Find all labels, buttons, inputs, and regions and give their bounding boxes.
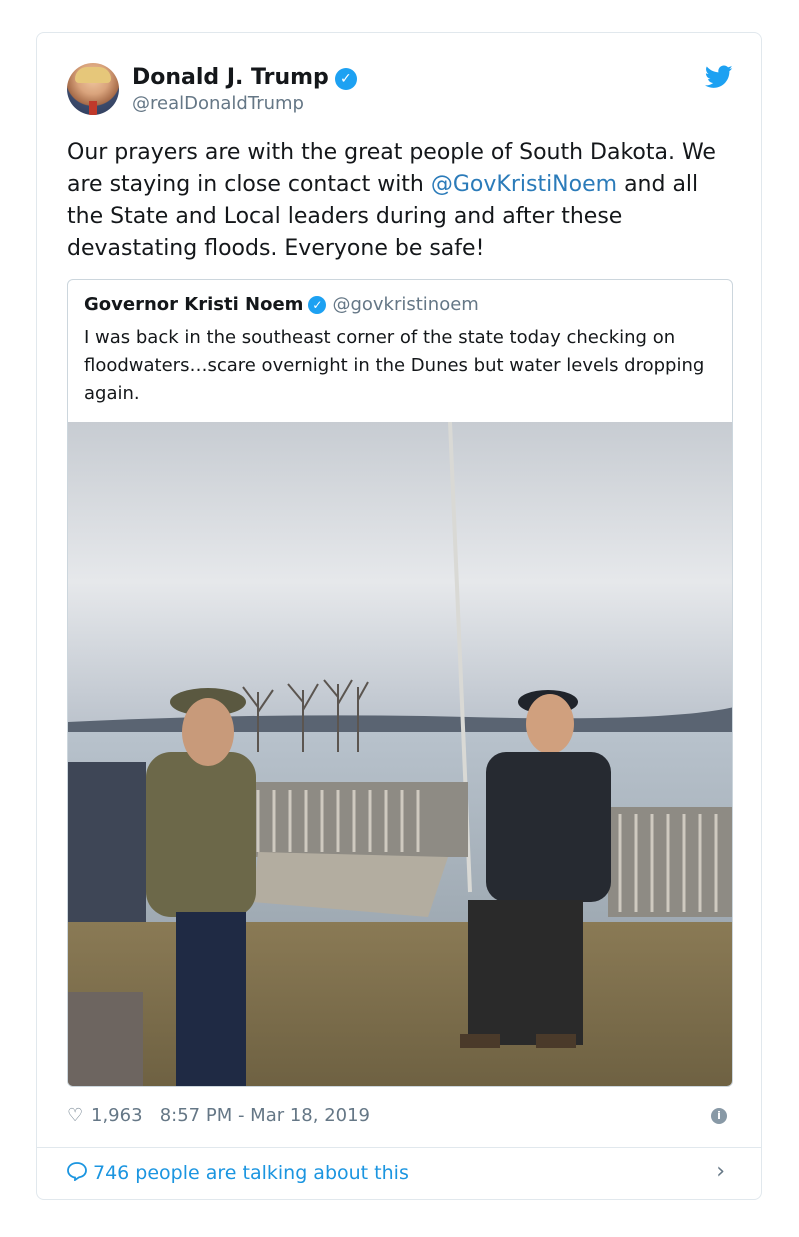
tweet-text: Our prayers are with the great people of… <box>67 137 737 265</box>
author-handle[interactable]: @realDonaldTrump <box>132 93 304 114</box>
conversation-text[interactable]: 746 people are talking about this <box>93 1162 409 1184</box>
verified-badge-icon: ✓ <box>334 68 357 90</box>
tweet-photo[interactable] <box>68 422 733 1087</box>
avatar[interactable] <box>67 63 119 115</box>
author-name[interactable]: Donald J. Trump ✓ <box>132 65 357 90</box>
twitter-bird-icon[interactable] <box>705 65 733 89</box>
quoted-author[interactable]: Governor Kristi Noem ✓ @govkristinoem <box>84 294 479 315</box>
quoted-author-name[interactable]: Governor Kristi Noem <box>84 294 303 315</box>
quoted-text: I was back in the southeast corner of th… <box>84 327 705 404</box>
like-count[interactable]: 1,963 <box>91 1105 143 1126</box>
chevron-right-icon[interactable]: › <box>716 1159 725 1184</box>
tweet-card: Donald J. Trump ✓ @realDonaldTrump Our pr… <box>36 32 762 1200</box>
quoted-author-handle[interactable]: @govkristinoem <box>332 294 478 315</box>
heart-icon[interactable]: ♡ <box>67 1105 85 1126</box>
quoted-tweet[interactable]: Governor Kristi Noem ✓ @govkristinoem I wa… <box>67 279 733 1087</box>
conversation-link[interactable]: 746 people are talking about this <box>67 1161 409 1184</box>
speech-bubble-icon <box>67 1162 87 1181</box>
timestamp[interactable]: 8:57 PM - Mar 18, 2019 <box>160 1105 370 1126</box>
author-name-text[interactable]: Donald J. Trump <box>132 65 329 90</box>
mention-link[interactable]: @GovKristiNoem <box>431 172 617 197</box>
verified-badge-icon: ✓ <box>308 296 327 314</box>
divider <box>37 1147 761 1148</box>
tweet-meta: ♡ 1,963 8:57 PM - Mar 18, 2019 <box>67 1105 370 1126</box>
info-icon[interactable]: i <box>711 1108 727 1124</box>
